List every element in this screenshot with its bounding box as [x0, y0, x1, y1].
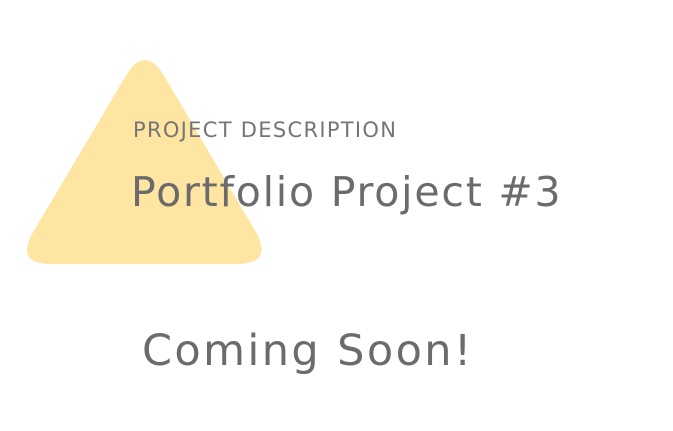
decorative-triangle [22, 50, 270, 272]
project-description-label: PROJECT DESCRIPTION [133, 118, 398, 142]
project-page: PROJECT DESCRIPTION Portfolio Project #3… [0, 0, 673, 431]
project-title: Portfolio Project #3 [131, 168, 563, 216]
coming-soon-text: Coming Soon! [142, 326, 474, 376]
decorative-triangle-shape [26, 60, 262, 264]
